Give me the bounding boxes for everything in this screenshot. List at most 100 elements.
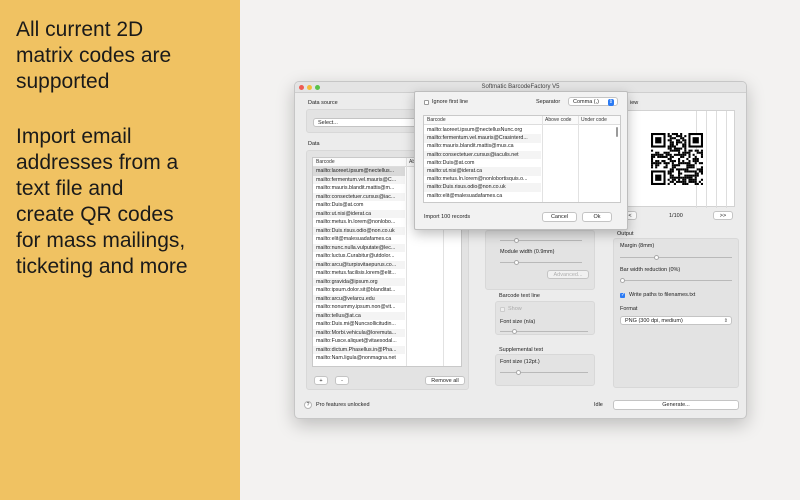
table-row[interactable]: mailto:dictum.Phasellus.in@Pha... xyxy=(313,345,405,354)
table-row[interactable]: mailto:arcu@turpisvitaepurus.co... xyxy=(313,260,405,269)
table-row[interactable]: mailto:laoreet.ipsum@nectellus... xyxy=(313,167,405,176)
qr-module xyxy=(673,133,676,136)
qr-module xyxy=(678,174,681,177)
show-checkbox[interactable] xyxy=(500,307,505,312)
qr-module xyxy=(675,164,679,167)
qr-module xyxy=(690,174,693,177)
table-row[interactable]: mailto:Duis@at.com xyxy=(313,201,405,210)
qr-module xyxy=(688,160,691,163)
module-width-slider-knob[interactable] xyxy=(514,260,519,265)
qr-module xyxy=(651,164,654,167)
text-font-size-slider[interactable] xyxy=(500,329,588,334)
ok-button[interactable]: Ok xyxy=(582,212,612,222)
ignore-first-line-checkbox[interactable] xyxy=(424,100,429,105)
import-table-row[interactable]: mailto:elit@malesuadafames.ca xyxy=(424,192,541,201)
qr-module xyxy=(673,176,676,179)
qr-module xyxy=(686,170,689,173)
show-label: Show xyxy=(508,306,522,312)
qr-module xyxy=(659,155,662,158)
module-width-slider[interactable] xyxy=(500,260,582,265)
table-row[interactable]: mailto:mauris.blandit.mattis@m... xyxy=(313,184,405,193)
import-col-under[interactable]: Under code xyxy=(581,117,607,123)
vertical-scrollbar[interactable] xyxy=(616,127,618,137)
qr-module xyxy=(682,182,685,185)
table-row[interactable]: mailto:fermentum.vel.mauris@C... xyxy=(313,175,405,184)
help-icon[interactable]: ? xyxy=(304,401,312,409)
table-row[interactable]: mailto:Duis.risus.odio@non.co.uk xyxy=(313,226,405,235)
remove-all-button[interactable]: Remove all xyxy=(425,376,465,385)
table-row[interactable]: mailto:Fusce.aliquet@vitaesodal... xyxy=(313,337,405,346)
qr-module xyxy=(692,157,695,161)
advanced-button[interactable]: Advanced... xyxy=(547,270,589,279)
margin-slider[interactable] xyxy=(620,255,732,260)
format-select[interactable]: PNG (300 dpi, medium) ⇕ xyxy=(620,316,732,325)
qr-module xyxy=(694,182,697,185)
qr-module xyxy=(671,155,674,158)
table-row[interactable]: mailto:metus.In.lorem@nonlobo... xyxy=(313,218,405,227)
qr-module xyxy=(678,176,681,179)
import-preview-table[interactable]: Barcode Above code Under code mailto:lao… xyxy=(423,115,621,203)
table-row[interactable]: mailto:elit@malesuadafames.ca xyxy=(313,235,405,244)
table-row[interactable]: mailto:arcu@velarcu.edu xyxy=(313,294,405,303)
data-label: Data xyxy=(308,141,320,147)
size-slider-knob[interactable] xyxy=(514,238,519,243)
table-row[interactable]: mailto:ipsum.dolor.sit@blanditat... xyxy=(313,286,405,295)
generate-button[interactable]: Generate... xyxy=(613,400,739,410)
remove-row-button[interactable]: - xyxy=(335,376,349,385)
qr-module xyxy=(684,139,687,142)
qr-module xyxy=(686,168,689,171)
import-col-barcode[interactable]: Barcode xyxy=(427,117,446,123)
table-row[interactable]: mailto:nunc.nulla.vulputate@lec... xyxy=(313,243,405,252)
table-row[interactable]: mailto:Duis.mi@Nuncsollicitudin... xyxy=(313,320,405,329)
size-slider[interactable] xyxy=(500,238,582,243)
qr-module xyxy=(673,137,676,140)
qr-module xyxy=(682,180,685,183)
qr-module xyxy=(694,180,697,183)
qr-module xyxy=(684,176,687,179)
bar-width-reduction-knob[interactable] xyxy=(620,278,625,283)
qr-module xyxy=(665,166,668,169)
bar-width-reduction-slider[interactable] xyxy=(620,278,732,283)
separator-value: Comma (,) xyxy=(573,99,599,105)
qr-module xyxy=(684,174,687,177)
margin-slider-knob[interactable] xyxy=(654,255,659,260)
table-row[interactable]: mailto:ut.nisi@iderat.ca xyxy=(313,209,405,218)
qr-module xyxy=(690,149,693,152)
qr-module xyxy=(684,170,687,173)
supplemental-font-size-slider[interactable] xyxy=(500,370,588,375)
separator-select[interactable]: Comma (,) ⇕ xyxy=(568,97,618,106)
table-row[interactable]: mailto:consectetuer.cursus@iac... xyxy=(313,192,405,201)
qr-module xyxy=(700,166,703,169)
qr-module xyxy=(678,157,681,161)
table-row[interactable]: mailto:gravida@ipsum.org xyxy=(313,277,405,286)
table-row[interactable]: mailto:Nam.ligula@nonmagna.net xyxy=(313,354,405,363)
cancel-button[interactable]: Cancel xyxy=(542,212,577,222)
qr-module xyxy=(675,135,679,138)
table-row[interactable]: mailto:tellus@at.ca xyxy=(313,311,405,320)
qr-module xyxy=(675,149,679,152)
table-row[interactable]: mailto:nonummy.ipsum.non@vit... xyxy=(313,303,405,312)
qr-module xyxy=(690,176,693,179)
data-col-barcode[interactable]: Barcode xyxy=(316,159,335,165)
qr-module xyxy=(671,180,674,183)
add-row-button[interactable]: + xyxy=(314,376,328,385)
qr-module xyxy=(690,178,693,181)
qr-module xyxy=(671,133,674,136)
qr-module xyxy=(655,151,658,154)
table-row[interactable]: mailto:Morbi.vehicula@loremuta... xyxy=(313,328,405,337)
import-col-above[interactable]: Above code xyxy=(545,117,571,123)
qr-module xyxy=(686,164,689,167)
qr-module xyxy=(669,147,672,150)
text-font-size-knob[interactable] xyxy=(512,329,517,334)
qr-module xyxy=(669,174,672,177)
separator-label: Separator xyxy=(536,99,561,105)
table-row[interactable]: mailto:luctus.Curabitur@utdolor... xyxy=(313,252,405,261)
qr-module xyxy=(692,170,695,173)
table-row[interactable]: mailto:metus.facilisis.lorem@elit... xyxy=(313,269,405,278)
qr-module xyxy=(678,170,681,173)
supplemental-font-size-knob[interactable] xyxy=(516,370,521,375)
write-paths-checkbox[interactable] xyxy=(620,292,625,298)
font-size-na-label: Font size (n/a) xyxy=(500,319,536,325)
qr-module xyxy=(673,160,676,163)
next-page-button[interactable]: >> xyxy=(713,211,733,220)
